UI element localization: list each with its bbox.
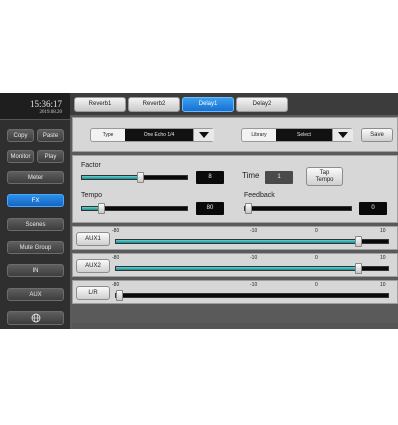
scale-label: -80 — [112, 228, 120, 234]
feedback-value[interactable]: 0 — [359, 202, 387, 215]
scale-label: -10 — [250, 282, 258, 288]
tempo-slider[interactable] — [81, 203, 188, 214]
aux2-fader[interactable] — [115, 263, 389, 274]
send-row-lr: L/R -80 -10 0 10 — [72, 280, 398, 304]
factor-label: Factor — [81, 162, 101, 169]
tab-delay2[interactable]: Delay2 — [236, 97, 288, 112]
play-button[interactable]: Play — [37, 150, 64, 163]
type-select[interactable]: Type One Echo 1/4 — [90, 128, 214, 142]
chevron-down-icon — [332, 129, 353, 141]
mute-group-button[interactable]: Mute Group — [7, 241, 64, 254]
scale-label: -10 — [250, 255, 258, 261]
type-label: Type — [102, 132, 114, 138]
send-row-aux2: AUX2 -80 -10 0 10 — [72, 253, 398, 277]
factor-slider[interactable] — [81, 172, 188, 183]
tempo-value[interactable]: 80 — [196, 202, 224, 215]
scale-label: 0 — [315, 282, 318, 288]
scale-label: 0 — [315, 255, 318, 261]
library-value: Select — [276, 129, 332, 141]
send-row-aux1: AUX1 -80 -10 0 10 — [72, 226, 398, 250]
copy-button[interactable]: Copy — [7, 129, 34, 142]
aux-button[interactable]: AUX — [7, 288, 64, 301]
scale-label: 0 — [315, 228, 318, 234]
in-button[interactable]: IN — [7, 264, 64, 277]
tap-tempo-button[interactable]: Tap Tempo — [306, 167, 343, 186]
clock: 15:36:17 2019.08.20 — [0, 93, 70, 120]
tempo-label: Tempo — [81, 192, 103, 199]
tab-delay1[interactable]: Delay1 — [182, 97, 234, 112]
clock-date: 2019.08.20 — [39, 110, 63, 115]
scale-label: -10 — [250, 228, 258, 234]
library-label: Library — [251, 132, 267, 138]
globe-icon — [31, 313, 40, 323]
type-value: One Echo 1/4 — [125, 129, 193, 141]
lr-thumb[interactable] — [116, 290, 123, 301]
feedback-slider[interactable] — [244, 203, 352, 214]
aux1-thumb[interactable] — [354, 236, 362, 247]
aux2-fill — [116, 267, 358, 270]
library-select[interactable]: Library Select — [241, 128, 353, 142]
lr-fader[interactable] — [115, 290, 389, 301]
tab-reverb2[interactable]: Reverb2 — [128, 97, 180, 112]
preset-panel: Type One Echo 1/4 Library Select Save — [72, 117, 398, 152]
params-panel: Factor 8 Time 1 Tap Tempo Tempo 80 Feedba… — [72, 155, 398, 223]
clock-time: 15:36:17 — [29, 99, 62, 109]
aux1-button[interactable]: AUX1 — [76, 232, 110, 246]
aux2-button[interactable]: AUX2 — [76, 259, 110, 273]
feedback-thumb[interactable] — [245, 203, 252, 214]
feedback-label: Feedback — [244, 192, 275, 199]
meter-button[interactable]: Meter — [7, 171, 64, 184]
factor-thumb[interactable] — [136, 172, 144, 183]
fx-button[interactable]: FX — [7, 194, 64, 207]
time-value[interactable]: 1 — [265, 171, 293, 184]
factor-value[interactable]: 8 — [196, 171, 224, 184]
aux2-thumb[interactable] — [354, 263, 362, 274]
scale-label: 10 — [380, 282, 386, 288]
aux1-fader[interactable] — [115, 236, 389, 247]
scale-label: -80 — [112, 282, 120, 288]
mixer-app: 15:36:17 2019.08.20 Copy Paste Monitor P… — [0, 93, 398, 329]
settings-button[interactable] — [7, 311, 64, 325]
time-label: Time — [242, 171, 260, 180]
scale-label: 10 — [380, 255, 386, 261]
chevron-down-icon — [193, 129, 214, 141]
tab-reverb1[interactable]: Reverb1 — [74, 97, 126, 112]
tab-bar: Reverb1 Reverb2 Delay1 Delay2 — [70, 93, 398, 115]
scale-label: 10 — [380, 228, 386, 234]
save-button[interactable]: Save — [361, 128, 393, 142]
lr-button[interactable]: L/R — [76, 286, 110, 300]
sidebar: 15:36:17 2019.08.20 Copy Paste Monitor P… — [0, 93, 70, 329]
tempo-thumb[interactable] — [97, 203, 105, 214]
bottom-separator — [72, 323, 398, 329]
factor-fill — [82, 176, 140, 179]
aux1-fill — [116, 240, 358, 243]
paste-button[interactable]: Paste — [37, 129, 64, 142]
monitor-button[interactable]: Monitor — [7, 150, 34, 163]
scenes-button[interactable]: Scenes — [7, 218, 64, 231]
scale-label: -80 — [112, 255, 120, 261]
